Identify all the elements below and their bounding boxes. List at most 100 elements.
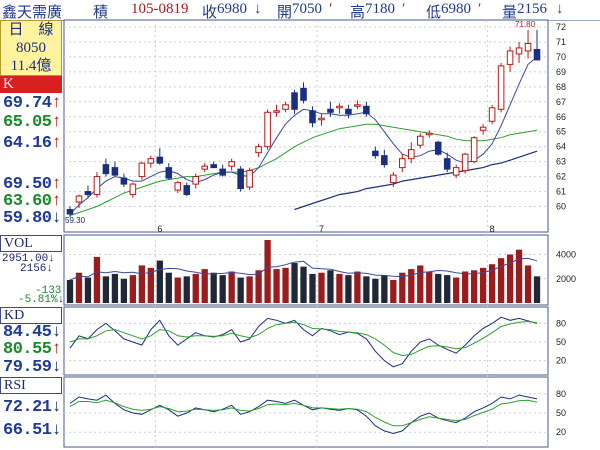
candle-body	[273, 110, 280, 113]
candle-body	[407, 149, 415, 160]
volume-bar	[219, 275, 226, 303]
volume-bar	[497, 258, 505, 303]
candle-body	[264, 111, 271, 148]
k-y-tick: 66	[556, 112, 566, 122]
candle-body	[291, 92, 298, 110]
volume-bar	[165, 272, 172, 303]
candle-body	[210, 164, 217, 169]
k-y-tick: 63	[556, 157, 566, 167]
volume-bar	[381, 275, 388, 303]
candle-body	[165, 167, 173, 179]
volume-bar	[372, 278, 379, 303]
rsi-y-tick: 20	[556, 427, 566, 437]
volume-bar	[183, 276, 190, 303]
volume-bar	[264, 240, 271, 303]
candle-body	[470, 137, 478, 163]
k-panel-frame	[63, 19, 549, 233]
volume-bar	[444, 275, 451, 303]
x-tick: 7	[319, 224, 324, 234]
x-tick: 8	[490, 224, 495, 234]
volume-bar	[291, 263, 298, 303]
k-y-tick: 69	[556, 67, 566, 77]
candle-body	[111, 167, 119, 176]
k-y-tick: 68	[556, 82, 566, 92]
volume-bar	[515, 249, 523, 303]
candle-body	[93, 176, 101, 196]
volume-bar	[273, 269, 280, 303]
volume-bar	[399, 272, 406, 303]
kd-panel-frame	[63, 306, 549, 376]
candle-body	[497, 65, 505, 110]
stock-chart[interactable]: 727170696867666564636261606 7 871.8059.304…	[0, 0, 600, 450]
kd-y-tick: 20	[556, 356, 566, 366]
candle-body	[201, 165, 209, 170]
volume-bar	[533, 276, 541, 303]
volume-bar	[255, 270, 262, 303]
candle-body	[246, 170, 253, 188]
candle-body	[183, 185, 191, 196]
volume-bar	[417, 265, 424, 303]
volume-bar	[435, 273, 442, 303]
k-y-tick: 62	[556, 172, 566, 182]
vol-y-tick: 2000	[556, 274, 576, 284]
candle-body	[372, 150, 379, 157]
volume-bar	[84, 277, 92, 303]
rsi-panel-frame	[63, 376, 549, 448]
volume-bar	[354, 271, 361, 303]
volume-bar	[462, 271, 469, 303]
volume-bar	[363, 276, 370, 303]
candle-body	[336, 105, 343, 109]
kd-y-tick: 80	[556, 318, 566, 328]
k-y-tick: 70	[556, 52, 566, 62]
candle-body	[66, 209, 74, 215]
volume-bar	[138, 265, 145, 303]
candle-body	[255, 146, 262, 154]
candle-body	[84, 191, 92, 196]
candle-body	[354, 104, 361, 107]
k-y-tick: 61	[556, 187, 566, 197]
k-y-tick: 72	[556, 22, 566, 32]
volume-bar	[120, 278, 128, 303]
candle-body	[219, 168, 226, 176]
rsi-y-tick: 80	[556, 389, 566, 399]
candle-body	[192, 176, 200, 185]
candle-body	[533, 48, 541, 61]
volume-bar	[111, 273, 119, 303]
candle-body	[174, 182, 182, 191]
volume-bar	[345, 275, 352, 303]
candle-body	[147, 158, 155, 164]
volume-bar	[228, 271, 235, 303]
candle-body	[425, 132, 433, 136]
k-y-tick: 71	[556, 37, 566, 47]
candle-body	[138, 162, 146, 178]
candle-body	[515, 47, 523, 55]
volume-bar	[246, 276, 253, 303]
volume-bar	[426, 271, 433, 303]
volume-bar	[66, 279, 74, 303]
volume-bar	[336, 273, 343, 303]
volume-bar	[174, 277, 181, 303]
candle-body	[452, 167, 460, 176]
rsi-y-tick: 50	[556, 408, 566, 418]
candle-body	[129, 183, 137, 196]
kd-y-tick: 50	[556, 337, 566, 347]
k-y-tick: 67	[556, 97, 566, 107]
candle-body	[102, 164, 110, 175]
volume-bar	[102, 276, 110, 303]
candle-body	[75, 195, 83, 203]
x-tick: 6	[157, 224, 162, 234]
k-y-tick: 65	[556, 127, 566, 137]
k-y-tick: 60	[556, 202, 566, 212]
candle-body	[416, 135, 424, 146]
volume-bar	[453, 277, 460, 303]
candle-body	[300, 87, 307, 101]
candle-body	[228, 161, 235, 167]
candle-body	[345, 108, 352, 115]
candle-body	[443, 158, 451, 170]
volume-bar	[471, 270, 478, 303]
volume-bar	[390, 279, 397, 303]
k-y-tick: 64	[556, 142, 566, 152]
candle-body	[488, 107, 496, 122]
volume-bar	[282, 267, 289, 303]
candle-body	[363, 105, 370, 115]
